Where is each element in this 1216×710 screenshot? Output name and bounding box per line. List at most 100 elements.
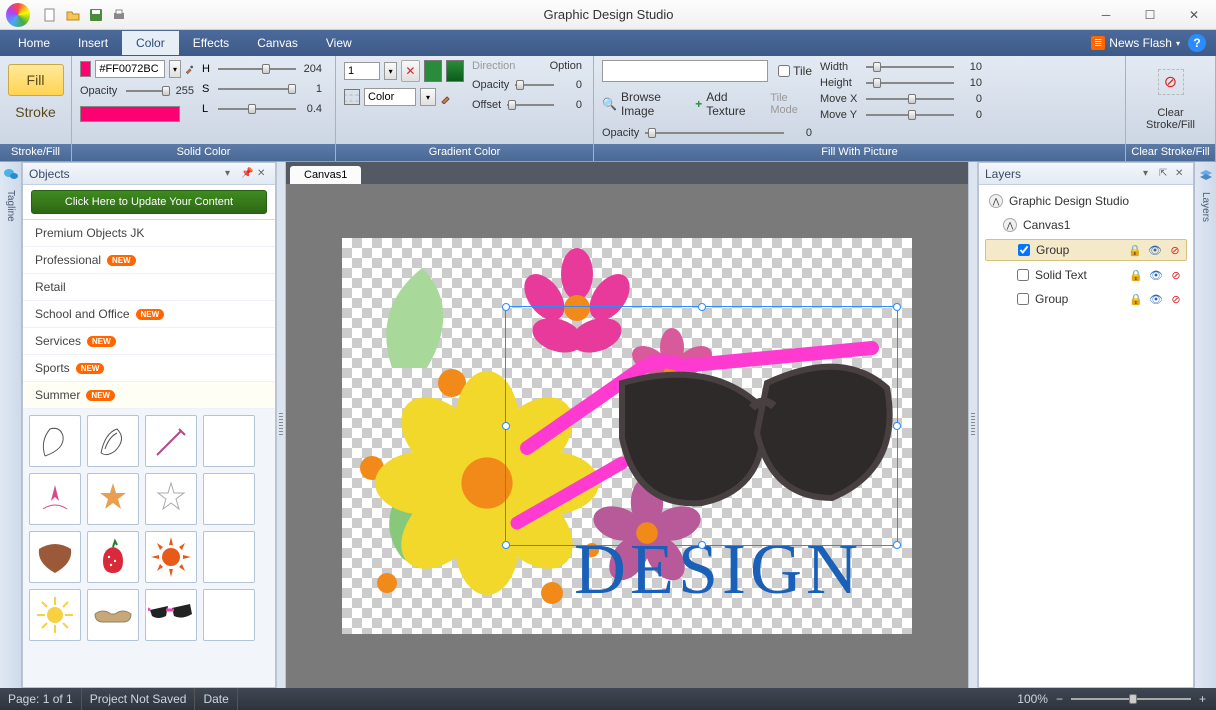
eye-icon[interactable]: 👁 — [1149, 268, 1163, 282]
zoom-slider[interactable] — [1071, 692, 1191, 706]
pin-icon[interactable]: ⇱ — [1159, 168, 1171, 180]
qat-save-icon[interactable] — [86, 5, 106, 25]
delete-icon[interactable]: ⊘ — [1168, 243, 1182, 257]
grad-color-dropdown[interactable]: ▾ — [420, 88, 436, 106]
tile-checkbox[interactable]: Tile — [778, 64, 812, 78]
menu-canvas[interactable]: Canvas — [243, 31, 312, 55]
object-thumb[interactable] — [145, 415, 197, 467]
zoom-out-button[interactable]: − — [1056, 692, 1063, 706]
delete-stop-button[interactable]: ✕ — [401, 60, 419, 82]
stop-dropdown[interactable]: ▾ — [384, 62, 397, 80]
fill-button[interactable]: Fill — [8, 64, 64, 96]
gradient-stop-input[interactable] — [344, 62, 380, 80]
pic-movey-slider[interactable] — [866, 108, 954, 122]
grad-color-input[interactable] — [364, 88, 416, 106]
sat-slider[interactable] — [218, 82, 296, 96]
object-thumb[interactable] — [29, 531, 81, 583]
pin-icon[interactable]: 📌 — [241, 168, 253, 180]
object-thumb[interactable] — [203, 589, 255, 641]
category-item[interactable]: Retail — [23, 274, 275, 301]
zoom-in-button[interactable]: + — [1199, 692, 1206, 706]
layer-checkbox[interactable] — [1017, 269, 1029, 281]
maximize-button[interactable]: ☐ — [1128, 0, 1172, 30]
left-resize-grip[interactable] — [276, 162, 286, 688]
layer-canvas[interactable]: ⋀Canvas1 — [985, 215, 1187, 235]
menu-insert[interactable]: Insert — [64, 31, 122, 55]
pic-opacity-slider[interactable] — [645, 126, 784, 140]
object-thumb[interactable] — [145, 531, 197, 583]
collapse-icon[interactable]: ⋀ — [989, 194, 1003, 208]
layer-item[interactable]: Group🔒👁⊘ — [985, 289, 1187, 309]
canvas-area[interactable]: DESIGN — [286, 184, 968, 688]
object-thumb[interactable] — [203, 415, 255, 467]
layers-tab[interactable]: Layers — [1194, 162, 1216, 688]
grad-offset-slider[interactable] — [507, 98, 554, 112]
opacity-slider[interactable] — [126, 84, 166, 98]
object-thumb[interactable] — [87, 473, 139, 525]
grad-eyedropper-icon[interactable] — [440, 90, 454, 104]
object-thumb[interactable] — [29, 473, 81, 525]
qat-new-icon[interactable] — [40, 5, 60, 25]
grad-swatch-1[interactable] — [424, 60, 442, 82]
delete-icon[interactable]: ⊘ — [1169, 292, 1183, 306]
layer-item[interactable]: Group🔒👁⊘ — [985, 239, 1187, 261]
category-item[interactable]: Premium Objects JK — [23, 220, 275, 247]
clear-strokefill-button[interactable]: Clear Stroke/Fill — [1134, 107, 1207, 131]
object-thumb[interactable] — [29, 415, 81, 467]
lock-icon[interactable]: 🔒 — [1129, 292, 1143, 306]
grad-swatch-2[interactable] — [446, 60, 464, 82]
color-swatch[interactable] — [80, 61, 91, 77]
qat-open-icon[interactable] — [63, 5, 83, 25]
right-resize-grip[interactable] — [968, 162, 978, 688]
dropdown-icon[interactable]: ▾ — [225, 168, 237, 180]
object-thumb[interactable] — [145, 473, 197, 525]
news-flash-link[interactable]: ≣ News Flash ▾ — [1091, 36, 1180, 50]
object-thumb[interactable] — [87, 589, 139, 641]
menu-effects[interactable]: Effects — [179, 31, 243, 55]
hue-slider[interactable] — [218, 62, 296, 76]
category-item[interactable]: SummerNEW — [23, 382, 275, 409]
add-texture-button[interactable]: +Add Texture — [695, 90, 760, 118]
pic-movex-slider[interactable] — [866, 92, 954, 106]
light-slider[interactable] — [218, 102, 296, 116]
help-button[interactable]: ? — [1188, 34, 1206, 52]
grad-color-swatch[interactable] — [344, 89, 360, 105]
close-pane-icon[interactable]: ✕ — [257, 168, 269, 180]
color-dropdown-button[interactable]: ▾ — [169, 60, 180, 78]
object-thumb[interactable] — [145, 589, 197, 641]
artboard[interactable]: DESIGN — [342, 238, 912, 634]
delete-icon[interactable]: ⊘ — [1169, 268, 1183, 282]
category-item[interactable]: SportsNEW — [23, 355, 275, 382]
object-thumb[interactable] — [87, 415, 139, 467]
menu-home[interactable]: Home — [4, 31, 64, 55]
close-pane-icon[interactable]: ✕ — [1175, 168, 1187, 180]
object-thumb[interactable] — [29, 589, 81, 641]
category-item[interactable]: ServicesNEW — [23, 328, 275, 355]
close-button[interactable]: ✕ — [1172, 0, 1216, 30]
object-thumb[interactable] — [203, 473, 255, 525]
category-item[interactable]: ProfessionalNEW — [23, 247, 275, 274]
category-item[interactable]: School and OfficeNEW — [23, 301, 275, 328]
object-thumb[interactable] — [203, 531, 255, 583]
layer-item[interactable]: Solid Text🔒👁⊘ — [985, 265, 1187, 285]
eye-icon[interactable]: 👁 — [1148, 243, 1162, 257]
pic-width-slider[interactable] — [866, 60, 954, 74]
object-thumb[interactable] — [87, 531, 139, 583]
browse-image-button[interactable]: 🔍Browse Image — [602, 90, 685, 118]
collapse-icon[interactable]: ⋀ — [1003, 218, 1017, 232]
tagline-tab[interactable]: Tagline — [0, 162, 22, 688]
qat-print-icon[interactable] — [109, 5, 129, 25]
dropdown-icon[interactable]: ▾ — [1143, 168, 1155, 180]
minimize-button[interactable]: ─ — [1084, 0, 1128, 30]
layer-checkbox[interactable] — [1018, 244, 1030, 256]
grad-opacity-slider[interactable] — [515, 78, 554, 92]
hex-input[interactable] — [95, 60, 165, 78]
clear-icon[interactable]: ⊘ — [1158, 69, 1184, 95]
menu-color[interactable]: Color — [122, 31, 179, 55]
pic-height-slider[interactable] — [866, 76, 954, 90]
stroke-button[interactable]: Stroke — [4, 98, 67, 126]
menu-view[interactable]: View — [312, 31, 366, 55]
layer-checkbox[interactable] — [1017, 293, 1029, 305]
lock-icon[interactable]: 🔒 — [1129, 268, 1143, 282]
update-content-button[interactable]: Click Here to Update Your Content — [31, 190, 267, 214]
